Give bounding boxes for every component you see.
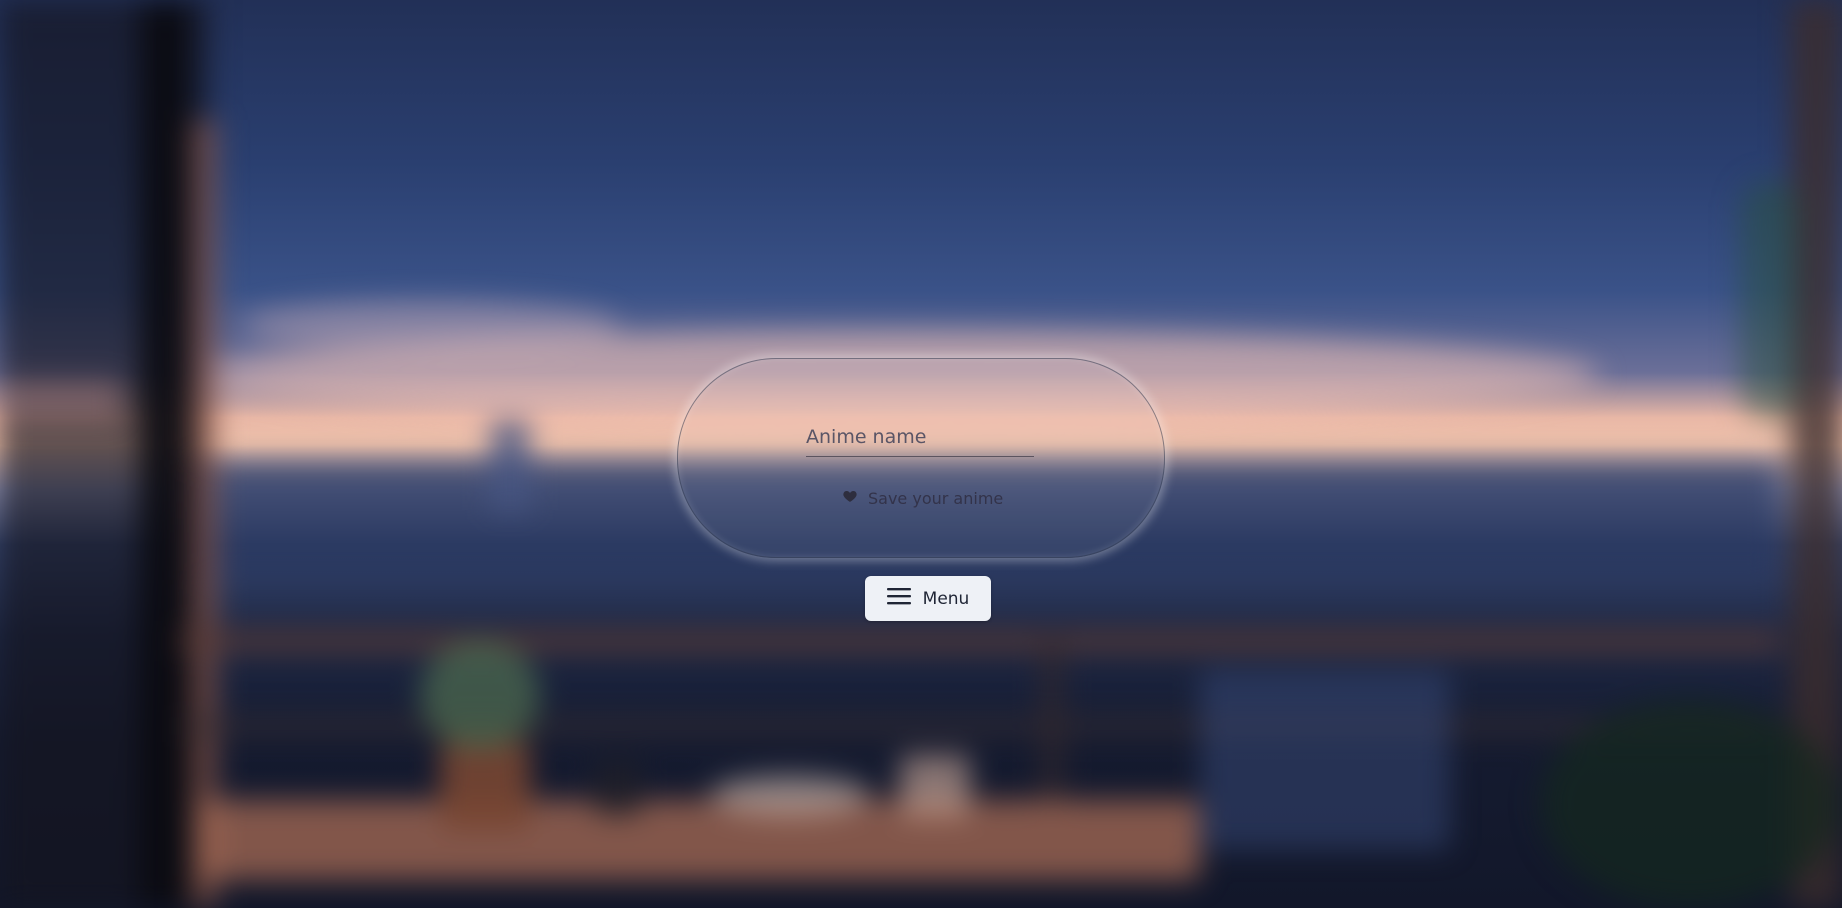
save-anime-label: Save your anime xyxy=(868,488,1004,508)
background-scene: Save your anime Menu xyxy=(0,0,1842,908)
anime-name-input[interactable] xyxy=(806,420,1034,457)
menu-button[interactable]: Menu xyxy=(865,576,991,621)
save-anime-button[interactable]: Save your anime xyxy=(838,483,1007,513)
heart-icon xyxy=(842,488,858,508)
hamburger-icon xyxy=(886,586,911,611)
glass-form-card xyxy=(677,358,1165,558)
menu-label: Menu xyxy=(922,588,970,609)
